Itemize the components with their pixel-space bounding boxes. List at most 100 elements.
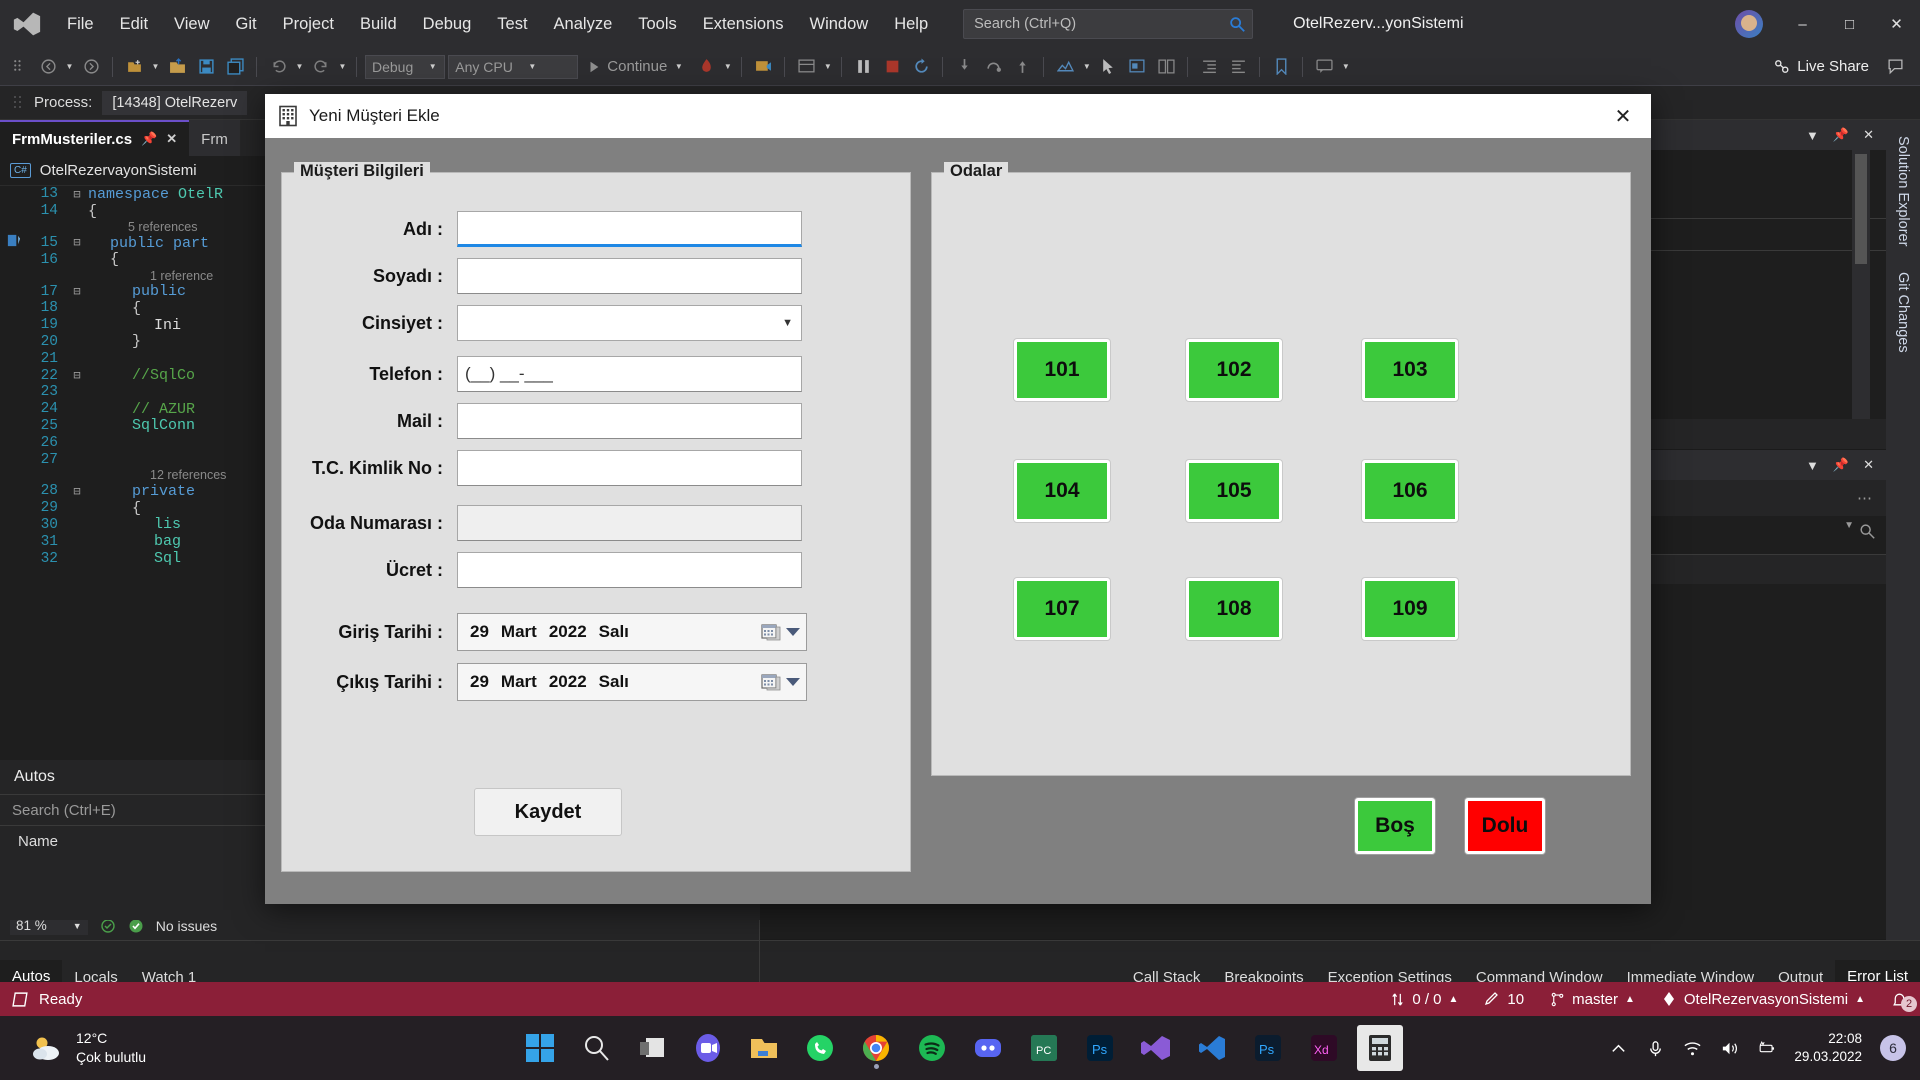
fold-toggle-icon[interactable]: ⊟	[66, 368, 88, 383]
error-list-overflow-icon[interactable]: ⋯	[1857, 489, 1886, 507]
navigate-forward-icon[interactable]	[78, 54, 104, 80]
chevron-up-icon[interactable]	[1609, 1039, 1628, 1058]
live-visual-tree-icon[interactable]	[1153, 54, 1179, 80]
date-year[interactable]: 2022	[543, 672, 593, 692]
close-button[interactable]: ✕	[1873, 0, 1920, 48]
date-weekday[interactable]: Salı	[593, 622, 635, 642]
adobe-xd-icon[interactable]: Xd	[1301, 1025, 1347, 1071]
speaker-icon[interactable]	[1720, 1039, 1739, 1058]
field-ücret-input[interactable]	[457, 552, 802, 588]
fold-toggle-icon[interactable]: ⊟	[66, 187, 88, 202]
calculator-icon[interactable]	[1357, 1025, 1403, 1071]
menu-item-test[interactable]: Test	[484, 9, 540, 40]
menu-item-window[interactable]: Window	[797, 9, 882, 40]
horizontal-scrollbar[interactable]	[0, 940, 759, 960]
sidebar-item-solution-explorer[interactable]: Solution Explorer	[1895, 136, 1911, 246]
save-all-icon[interactable]	[222, 54, 248, 80]
drag-handle-icon[interactable]	[12, 94, 24, 112]
step-out-icon[interactable]	[1009, 54, 1035, 80]
ui-debug-icon[interactable]	[1124, 54, 1150, 80]
legend-empty[interactable]: Boş	[1355, 798, 1435, 854]
hot-reload-icon[interactable]	[693, 54, 719, 80]
date-month[interactable]: Mart	[495, 622, 543, 642]
solution-configuration-select[interactable]: Debug ▼	[365, 54, 446, 79]
save-icon[interactable]	[193, 54, 219, 80]
room-button-107[interactable]: 107	[1014, 578, 1110, 640]
solution-platform-select[interactable]: Any CPU ▼	[448, 54, 579, 79]
source-control-sync[interactable]: 0 / 0 ▲	[1390, 991, 1458, 1008]
breadcrumb-namespace[interactable]: OtelRezervayonSistemi	[40, 162, 197, 179]
date-picker-checkout[interactable]: 29 Mart 2022 Salı	[457, 663, 807, 701]
back-dropdown-caret-icon[interactable]: ▼	[64, 62, 75, 71]
menu-item-extensions[interactable]: Extensions	[690, 9, 797, 40]
field-adı-input[interactable]	[457, 211, 802, 247]
break-all-icon[interactable]	[850, 54, 876, 80]
date-day[interactable]: 29	[464, 672, 495, 692]
open-file-icon[interactable]	[164, 54, 190, 80]
room-button-103[interactable]: 103	[1362, 339, 1458, 401]
process-select[interactable]: [14348] OtelRezerv	[102, 90, 248, 115]
undo-icon[interactable]	[265, 54, 291, 80]
photoshop-icon[interactable]: Ps	[1077, 1025, 1123, 1071]
fold-toggle-icon[interactable]: ⊟	[66, 284, 88, 299]
repository-selector[interactable]: OtelRezervasyonSistemi ▲	[1661, 991, 1865, 1008]
chrome-icon[interactable]	[853, 1025, 899, 1071]
menu-item-git[interactable]: Git	[223, 9, 270, 40]
vertical-scrollbar[interactable]	[1852, 150, 1870, 419]
date-picker-checkin[interactable]: 29 Mart 2022 Salı	[457, 613, 807, 651]
step-layout-icon[interactable]	[793, 54, 819, 80]
room-button-106[interactable]: 106	[1362, 460, 1458, 522]
wifi-icon[interactable]	[1683, 1039, 1702, 1058]
menu-item-analyze[interactable]: Analyze	[541, 9, 626, 40]
calendar-dropdown[interactable]	[761, 672, 806, 692]
chevron-down-icon[interactable]: ▼	[1806, 458, 1819, 473]
outdent-icon[interactable]	[1225, 54, 1251, 80]
close-icon[interactable]: ✕	[1863, 457, 1874, 473]
vscode-icon[interactable]	[1189, 1025, 1235, 1071]
field-t-c-kimlik-no-input[interactable]	[457, 450, 802, 486]
restart-icon[interactable]	[908, 54, 934, 80]
close-icon[interactable]: ✕	[166, 131, 177, 147]
menu-item-debug[interactable]: Debug	[410, 9, 485, 40]
task-view-icon[interactable]	[629, 1025, 675, 1071]
search-icon[interactable]	[573, 1025, 619, 1071]
diagnostics-caret-icon[interactable]: ▼	[1081, 62, 1092, 71]
navigate-back-icon[interactable]	[35, 54, 61, 80]
menu-item-file[interactable]: File	[54, 9, 107, 40]
close-icon[interactable]: ✕	[1601, 96, 1645, 136]
diagnostic-tools-icon[interactable]	[1052, 54, 1078, 80]
live-preview-icon[interactable]	[750, 54, 776, 80]
room-button-102[interactable]: 102	[1186, 339, 1282, 401]
continue-button[interactable]: Continue ▼	[581, 58, 690, 75]
new-project-icon[interactable]	[121, 54, 147, 80]
room-button-108[interactable]: 108	[1186, 578, 1282, 640]
photoshop-alt-icon[interactable]: Ps	[1245, 1025, 1291, 1071]
undo-caret-icon[interactable]: ▼	[294, 62, 305, 71]
clock[interactable]: 22:08 29.03.2022	[1794, 1030, 1862, 1066]
indent-icon[interactable]	[1196, 54, 1222, 80]
calendar-dropdown[interactable]	[761, 622, 806, 642]
pending-changes[interactable]: 10	[1484, 991, 1524, 1008]
layout-caret-icon[interactable]: ▼	[822, 62, 833, 71]
notification-badge[interactable]: 6	[1880, 1035, 1906, 1061]
field-cinsiyet-select[interactable]: ▼	[457, 305, 802, 341]
field-telefon-input[interactable]: (__) __-___	[457, 356, 802, 392]
discord-icon[interactable]	[965, 1025, 1011, 1071]
menu-item-project[interactable]: Project	[270, 9, 347, 40]
live-share-button[interactable]: Live Share	[1773, 58, 1879, 75]
file-explorer-icon[interactable]	[741, 1025, 787, 1071]
menu-item-view[interactable]: View	[161, 9, 222, 40]
chevron-down-icon[interactable]: ▼	[1806, 128, 1819, 143]
pin-icon[interactable]: 📌	[1833, 457, 1849, 473]
teams-icon[interactable]	[685, 1025, 731, 1071]
date-month[interactable]: Mart	[495, 672, 543, 692]
start-icon[interactable]	[517, 1025, 563, 1071]
avatar[interactable]	[1735, 10, 1763, 38]
field-mail-input[interactable]	[457, 403, 802, 439]
fold-toggle-icon[interactable]: ⊟	[66, 235, 88, 250]
comment-icon[interactable]	[1311, 54, 1337, 80]
legend-occupied[interactable]: Dolu	[1465, 798, 1545, 854]
date-day[interactable]: 29	[464, 622, 495, 642]
step-over-icon[interactable]	[980, 54, 1006, 80]
microphone-icon[interactable]	[1646, 1039, 1665, 1058]
